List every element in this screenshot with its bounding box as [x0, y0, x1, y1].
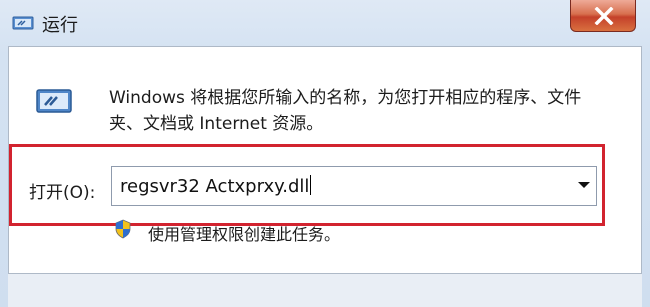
dialog-content: Windows 将根据您所输入的名称，为您打开相应的程序、文件夹、文档或 Int… — [8, 46, 642, 274]
title-bar[interactable]: 运行 — [0, 0, 650, 46]
close-icon — [594, 7, 614, 25]
window-title: 运行 — [42, 15, 78, 36]
admin-privilege-note: 使用管理权限创建此任务。 — [148, 225, 341, 244]
open-label: 打开(O): — [29, 183, 96, 203]
text-caret — [310, 175, 312, 195]
run-dialog-window: 运行 Windows 将根据您所输入的名称，为您打开相应的程序、文件夹、文档或 … — [0, 0, 650, 307]
dialog-description: Windows 将根据您所输入的名称，为您打开相应的程序、文件夹、文档或 Int… — [109, 88, 582, 134]
run-large-icon — [35, 87, 73, 115]
command-input-value[interactable]: regsvr32 Actxprxy.dll — [120, 175, 312, 197]
chevron-down-icon[interactable] — [578, 182, 590, 188]
command-input[interactable]: regsvr32 Actxprxy.dll — [111, 166, 597, 206]
uac-shield-icon — [114, 219, 132, 239]
run-icon — [12, 15, 34, 31]
close-button[interactable] — [570, 0, 636, 32]
button-area — [8, 274, 642, 307]
